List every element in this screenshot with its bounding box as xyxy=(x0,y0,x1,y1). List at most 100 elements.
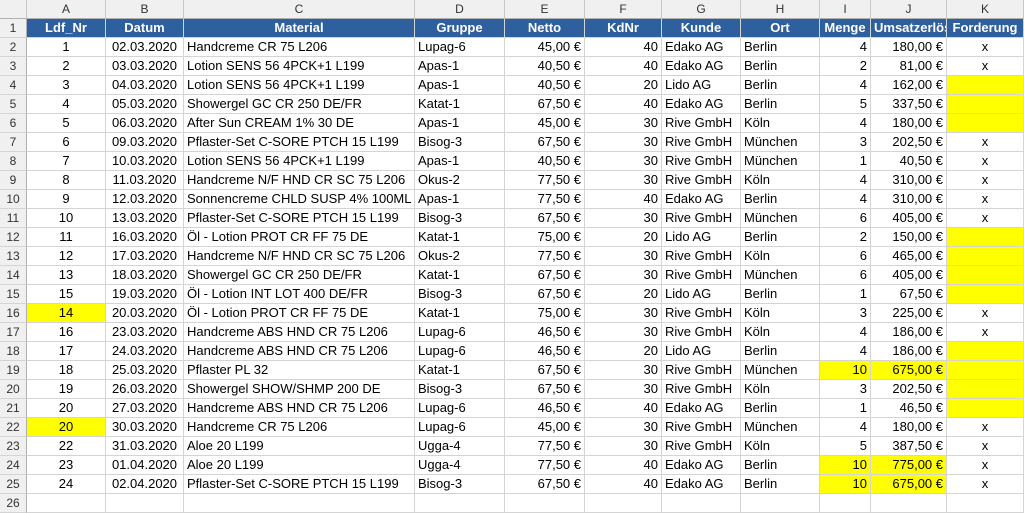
cell-umsatzerloes[interactable]: 180,00 € xyxy=(871,418,947,437)
cell-kdnr[interactable]: 30 xyxy=(585,266,662,285)
cell-forderung[interactable] xyxy=(947,380,1024,399)
cell-material[interactable]: Pflaster-Set C-SORE PTCH 15 L199 xyxy=(184,475,415,494)
cell-umsatzerloes[interactable]: 40,50 € xyxy=(871,152,947,171)
cell-netto[interactable]: 77,50 € xyxy=(505,437,585,456)
cell-gruppe[interactable]: Lupag-6 xyxy=(415,399,505,418)
cell-ort[interactable]: Berlin xyxy=(741,475,820,494)
cell-menge[interactable]: 5 xyxy=(820,95,871,114)
header-cell-umsatzerloes[interactable]: Umsatzerlös xyxy=(871,19,947,38)
cell-menge[interactable]: 1 xyxy=(820,285,871,304)
cell-kunde[interactable]: Rive GmbH xyxy=(662,380,741,399)
cell-gruppe[interactable]: Okus-2 xyxy=(415,247,505,266)
cell-datum[interactable]: 12.03.2020 xyxy=(106,190,184,209)
cell-netto[interactable]: 67,50 € xyxy=(505,475,585,494)
empty-cell[interactable] xyxy=(415,494,505,513)
cell-umsatzerloes[interactable]: 225,00 € xyxy=(871,304,947,323)
cell-kunde[interactable]: Edako AG xyxy=(662,38,741,57)
cell-datum[interactable]: 01.04.2020 xyxy=(106,456,184,475)
cell-material[interactable]: Handcreme N/F HND CR SC 75 L206 xyxy=(184,171,415,190)
column-header-I[interactable]: I xyxy=(820,0,871,19)
cell-material[interactable]: Handcreme ABS HND CR 75 L206 xyxy=(184,342,415,361)
cell-gruppe[interactable]: Katat-1 xyxy=(415,266,505,285)
cell-kdnr[interactable]: 20 xyxy=(585,342,662,361)
row-header-23[interactable]: 23 xyxy=(0,437,27,456)
cell-forderung[interactable]: x xyxy=(947,304,1024,323)
header-cell-ldf-nr[interactable]: Ldf_Nr xyxy=(27,19,106,38)
cell-datum[interactable]: 11.03.2020 xyxy=(106,171,184,190)
cell-kdnr[interactable]: 30 xyxy=(585,437,662,456)
cell-netto[interactable]: 46,50 € xyxy=(505,342,585,361)
cell-menge[interactable]: 4 xyxy=(820,76,871,95)
cell-kdnr[interactable]: 40 xyxy=(585,95,662,114)
cell-datum[interactable]: 17.03.2020 xyxy=(106,247,184,266)
cell-umsatzerloes[interactable]: 675,00 € xyxy=(871,475,947,494)
cell-ort[interactable]: Berlin xyxy=(741,228,820,247)
row-header-5[interactable]: 5 xyxy=(0,95,27,114)
cell-menge[interactable]: 10 xyxy=(820,361,871,380)
cell-kdnr[interactable]: 40 xyxy=(585,475,662,494)
cell-gruppe[interactable]: Bisog-3 xyxy=(415,285,505,304)
column-header-A[interactable]: A xyxy=(27,0,106,19)
cell-menge[interactable]: 4 xyxy=(820,38,871,57)
cell-forderung[interactable]: x xyxy=(947,38,1024,57)
cell-kdnr[interactable]: 30 xyxy=(585,133,662,152)
row-header-19[interactable]: 19 xyxy=(0,361,27,380)
cell-kunde[interactable]: Rive GmbH xyxy=(662,152,741,171)
cell-netto[interactable]: 45,00 € xyxy=(505,418,585,437)
cell-netto[interactable]: 67,50 € xyxy=(505,361,585,380)
cell-ort[interactable]: Köln xyxy=(741,437,820,456)
column-header-J[interactable]: J xyxy=(871,0,947,19)
row-header-6[interactable]: 6 xyxy=(0,114,27,133)
row-header-17[interactable]: 17 xyxy=(0,323,27,342)
cell-umsatzerloes[interactable]: 186,00 € xyxy=(871,342,947,361)
cell-ort[interactable]: Köln xyxy=(741,323,820,342)
cell-ldf-nr[interactable]: 9 xyxy=(27,190,106,209)
cell-umsatzerloes[interactable]: 775,00 € xyxy=(871,456,947,475)
cell-kdnr[interactable]: 30 xyxy=(585,418,662,437)
cell-netto[interactable]: 77,50 € xyxy=(505,171,585,190)
cell-ort[interactable]: Berlin xyxy=(741,285,820,304)
cell-material[interactable]: Showergel GC CR 250 DE/FR xyxy=(184,266,415,285)
cell-menge[interactable]: 5 xyxy=(820,437,871,456)
cell-ort[interactable]: Berlin xyxy=(741,190,820,209)
cell-kunde[interactable]: Edako AG xyxy=(662,475,741,494)
row-header-13[interactable]: 13 xyxy=(0,247,27,266)
cell-menge[interactable]: 4 xyxy=(820,418,871,437)
cell-datum[interactable]: 06.03.2020 xyxy=(106,114,184,133)
cell-netto[interactable]: 46,50 € xyxy=(505,399,585,418)
cell-ldf-nr[interactable]: 3 xyxy=(27,76,106,95)
cell-kdnr[interactable]: 30 xyxy=(585,152,662,171)
cell-datum[interactable]: 18.03.2020 xyxy=(106,266,184,285)
cell-material[interactable]: Sonnencreme CHLD SUSP 4% 100ML DE xyxy=(184,190,415,209)
header-cell-kdnr[interactable]: KdNr xyxy=(585,19,662,38)
cell-ldf-nr[interactable]: 19 xyxy=(27,380,106,399)
cell-gruppe[interactable]: Lupag-6 xyxy=(415,323,505,342)
row-header-14[interactable]: 14 xyxy=(0,266,27,285)
cell-ldf-nr[interactable]: 11 xyxy=(27,228,106,247)
cell-datum[interactable]: 13.03.2020 xyxy=(106,209,184,228)
cell-forderung[interactable] xyxy=(947,95,1024,114)
cell-datum[interactable]: 23.03.2020 xyxy=(106,323,184,342)
cell-gruppe[interactable]: Katat-1 xyxy=(415,304,505,323)
cell-umsatzerloes[interactable]: 405,00 € xyxy=(871,209,947,228)
cell-ldf-nr[interactable]: 16 xyxy=(27,323,106,342)
cell-menge[interactable]: 4 xyxy=(820,323,871,342)
cell-kunde[interactable]: Edako AG xyxy=(662,190,741,209)
cell-kdnr[interactable]: 20 xyxy=(585,76,662,95)
column-header-D[interactable]: D xyxy=(415,0,505,19)
row-header-26[interactable]: 26 xyxy=(0,494,27,513)
cell-umsatzerloes[interactable]: 310,00 € xyxy=(871,190,947,209)
cell-datum[interactable]: 10.03.2020 xyxy=(106,152,184,171)
cell-ort[interactable]: Köln xyxy=(741,304,820,323)
empty-cell[interactable] xyxy=(505,494,585,513)
cell-menge[interactable]: 10 xyxy=(820,475,871,494)
cell-ldf-nr[interactable]: 6 xyxy=(27,133,106,152)
cell-ldf-nr[interactable]: 5 xyxy=(27,114,106,133)
cell-ort[interactable]: Köln xyxy=(741,247,820,266)
cell-kdnr[interactable]: 30 xyxy=(585,114,662,133)
row-header-24[interactable]: 24 xyxy=(0,456,27,475)
cell-ldf-nr[interactable]: 15 xyxy=(27,285,106,304)
cell-kunde[interactable]: Edako AG xyxy=(662,95,741,114)
cell-kunde[interactable]: Rive GmbH xyxy=(662,437,741,456)
cell-ldf-nr[interactable]: 24 xyxy=(27,475,106,494)
